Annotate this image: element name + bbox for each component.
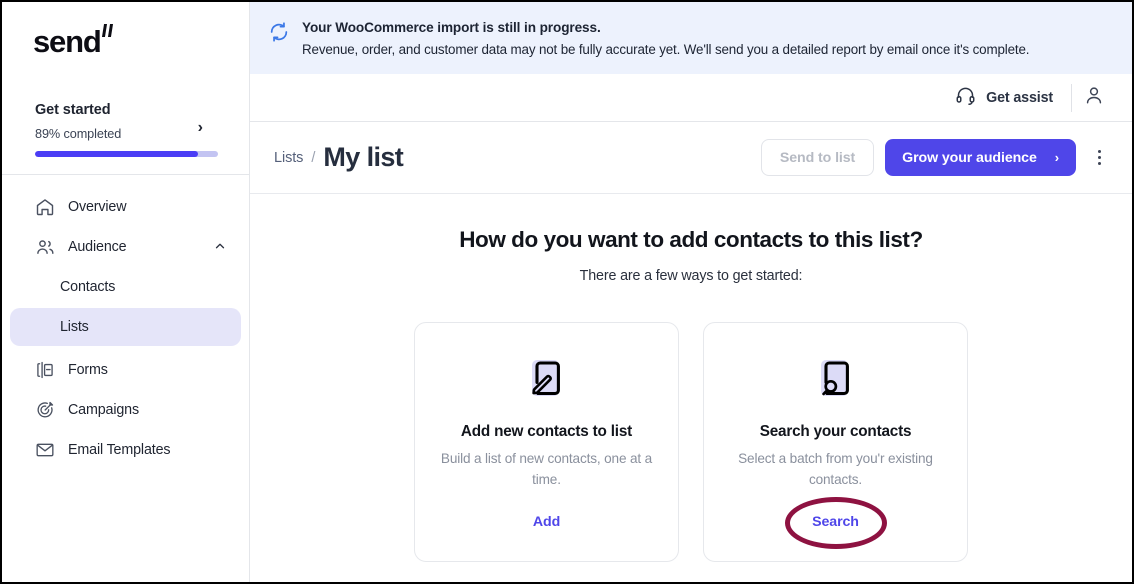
sidebar-item-email-templates[interactable]: Email Templates xyxy=(10,430,241,470)
card-title: Search your contacts xyxy=(759,423,912,440)
sidebar-item-audience[interactable]: Audience xyxy=(10,227,241,267)
sidebar-item-campaigns[interactable]: Campaigns xyxy=(10,390,241,430)
card-search-contacts[interactable]: Search your contacts Select a batch from… xyxy=(703,322,968,562)
get-assist-button[interactable]: Get assist xyxy=(955,85,1071,111)
document-pencil-icon xyxy=(521,353,573,405)
import-progress-banner: Your WooCommerce import is still in prog… xyxy=(250,2,1132,74)
get-started-title: Get started xyxy=(35,102,111,118)
sidebar-item-overview[interactable]: Overview xyxy=(10,187,241,227)
target-icon xyxy=(34,399,56,421)
envelope-icon xyxy=(34,439,56,461)
document-search-icon xyxy=(810,353,862,405)
content-heading: How do you want to add contacts to this … xyxy=(459,227,923,252)
sidebar-item-contacts[interactable]: Contacts xyxy=(10,268,241,306)
header-actions: Send to list Grow your audience › xyxy=(760,139,1116,176)
onboarding-progress-bar xyxy=(35,151,218,157)
top-bar: Get assist xyxy=(250,74,1132,122)
user-avatar-button[interactable] xyxy=(1072,76,1116,120)
breadcrumb-separator: / xyxy=(311,149,316,166)
app-logo[interactable]: send xyxy=(2,16,249,90)
sidebar-item-label: Email Templates xyxy=(68,442,171,458)
onboarding-progress-fill xyxy=(35,151,198,157)
empty-state-content: How do you want to add contacts to this … xyxy=(250,194,1132,582)
sidebar-subitem-label: Lists xyxy=(60,319,89,335)
sidebar-item-forms[interactable]: Forms xyxy=(10,350,241,390)
chevron-right-icon[interactable]: › xyxy=(198,120,203,136)
page-header: Lists / My list Send to list Grow your a… xyxy=(250,122,1132,194)
search-contacts-link[interactable]: Search xyxy=(812,514,859,530)
kebab-menu-icon[interactable] xyxy=(1082,141,1116,175)
sidebar-item-label: Campaigns xyxy=(68,402,139,418)
sidebar-item-label: Audience xyxy=(68,239,127,255)
logo-text: send xyxy=(33,24,102,59)
users-icon xyxy=(34,236,56,258)
send-to-list-button[interactable]: Send to list xyxy=(760,139,875,176)
headset-icon xyxy=(955,85,976,111)
option-cards: Add new contacts to list Build a list of… xyxy=(414,322,968,562)
chevron-right-icon: › xyxy=(1054,150,1059,165)
sync-refresh-icon xyxy=(268,21,290,43)
sidebar-item-label: Forms xyxy=(68,362,108,378)
banner-description: Revenue, order, and customer data may no… xyxy=(302,42,1030,57)
sidebar: send Get started › 89% completed Overvie… xyxy=(2,2,250,582)
add-contacts-link[interactable]: Add xyxy=(533,514,560,530)
get-assist-label: Get assist xyxy=(986,89,1053,106)
chevron-up-icon[interactable] xyxy=(213,239,227,255)
home-icon xyxy=(34,196,56,218)
content-subheading: There are a few ways to get started: xyxy=(579,268,803,284)
main-area: Your WooCommerce import is still in prog… xyxy=(250,2,1132,582)
sidebar-item-label: Overview xyxy=(68,199,127,215)
breadcrumb-lists[interactable]: Lists xyxy=(274,150,303,166)
banner-title: Your WooCommerce import is still in prog… xyxy=(302,20,601,35)
card-description: Build a list of new contacts, one at a t… xyxy=(440,451,653,488)
grow-your-audience-button[interactable]: Grow your audience › xyxy=(885,139,1076,176)
form-icon xyxy=(34,359,56,381)
page-title: My list xyxy=(323,142,404,172)
sidebar-subitem-label: Contacts xyxy=(60,279,116,295)
card-add-new-contacts[interactable]: Add new contacts to list Build a list of… xyxy=(414,322,679,562)
grow-your-audience-label: Grow your audience xyxy=(902,149,1037,166)
get-started-section[interactable]: Get started › 89% completed xyxy=(2,90,249,157)
logo-mark-icon xyxy=(101,24,114,38)
sidebar-item-lists[interactable]: Lists xyxy=(10,308,241,346)
card-description: Select a batch from you'r existing conta… xyxy=(738,451,933,488)
get-started-progress-label: 89% completed xyxy=(35,127,122,141)
user-avatar-icon xyxy=(1083,84,1105,111)
app-window: send Get started › 89% completed Overvie… xyxy=(0,0,1134,584)
sidebar-nav: Overview Audience Contacts Lists Forms C… xyxy=(2,175,249,470)
card-title: Add new contacts to list xyxy=(460,423,633,440)
